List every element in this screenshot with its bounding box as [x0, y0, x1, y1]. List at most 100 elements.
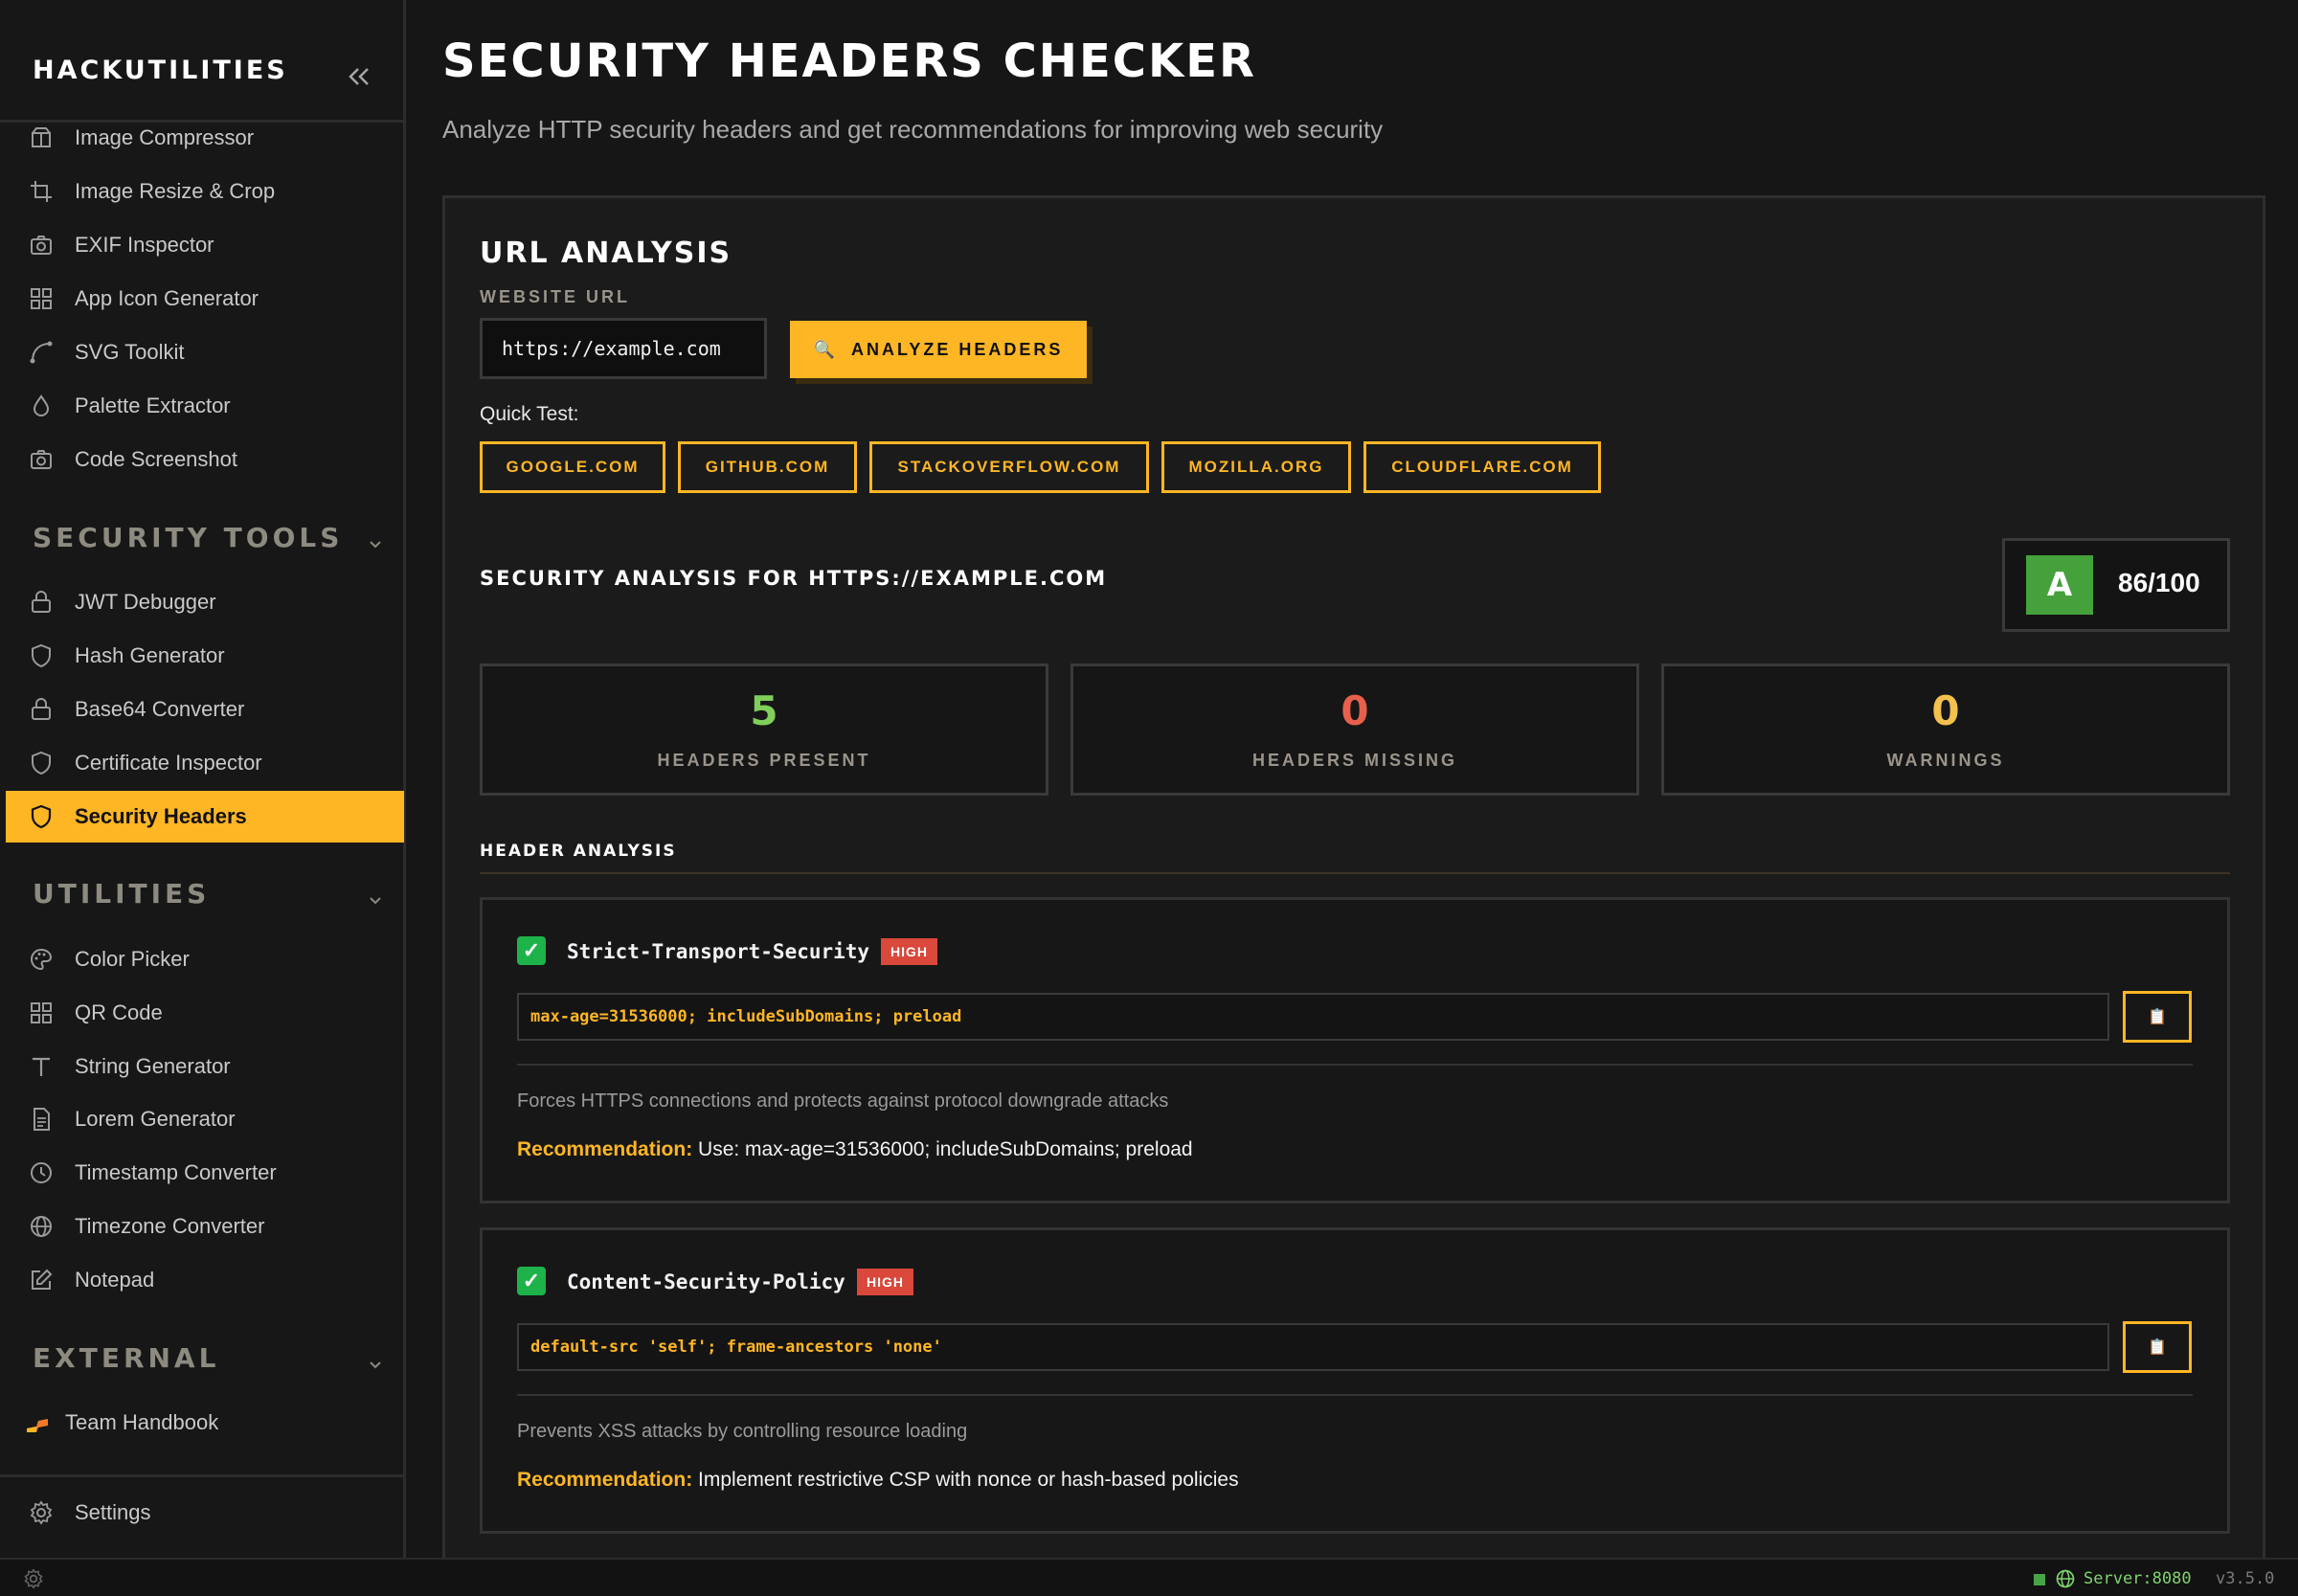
sidebar-item-label: Notepad	[75, 1268, 155, 1292]
shield-icon	[27, 802, 56, 831]
sidebar-item-label: Base64 Converter	[75, 697, 245, 721]
sidebar-item-label: Settings	[75, 1500, 151, 1524]
header-value-field[interactable]: default-src 'self'; frame-ancestors 'non…	[517, 1323, 2109, 1371]
sidebar-item-label: Code Screenshot	[75, 447, 237, 471]
sidebar-header: HACKUTILITIES	[0, 0, 406, 123]
copy-button[interactable]: 📋	[2123, 991, 2192, 1043]
sidebar-item-image-resize-crop[interactable]: Image Resize & Crop	[6, 166, 404, 217]
website-url-label: WEBSITE URL	[480, 287, 630, 306]
sidebar-divider	[0, 1474, 406, 1477]
sidebar-item-palette-extractor[interactable]: Palette Extractor	[6, 380, 404, 432]
sidebar-item-label: SVG Toolkit	[75, 340, 185, 364]
sidebar-item-svg-toolkit[interactable]: SVG Toolkit	[6, 326, 404, 378]
sidebar-item-certificate-inspector[interactable]: Certificate Inspector	[6, 737, 404, 789]
sidebar-item-settings[interactable]: Settings	[6, 1487, 404, 1539]
sidebar-item-label: Certificate Inspector	[75, 751, 262, 775]
sidebar-item-label: Hash Generator	[75, 643, 225, 667]
header-analysis-title: HEADER ANALYSIS	[480, 842, 677, 861]
sidebar-item-notepad[interactable]: Notepad	[6, 1254, 404, 1306]
grade-badge: A	[2026, 555, 2093, 615]
sidebar-item-security-headers[interactable]: Security Headers	[6, 791, 404, 843]
sidebar-item-label: Timezone Converter	[75, 1214, 265, 1238]
sidebar-item-hash-generator[interactable]: Hash Generator	[6, 630, 404, 682]
palette-icon	[27, 945, 56, 974]
header-card-divider	[517, 1394, 2193, 1396]
sidebar-item-timezone-converter[interactable]: Timezone Converter	[6, 1201, 404, 1252]
sidebar-item-color-picker[interactable]: Color Picker	[6, 933, 404, 985]
header-description: Forces HTTPS connections and protects ag…	[517, 1090, 1169, 1112]
clock-icon	[27, 1158, 56, 1187]
quick-test-github-button[interactable]: GITHUB.COM	[678, 441, 857, 493]
header-name: Content-Security-Policy	[567, 1270, 845, 1293]
sidebar-item-label: Color Picker	[75, 947, 190, 971]
globe-icon	[2056, 1569, 2075, 1588]
severity-badge: HIGH	[857, 1269, 913, 1295]
sidebar-item-exif-inspector[interactable]: EXIF Inspector	[6, 219, 404, 271]
sidebar-item-label: Team Handbook	[65, 1410, 219, 1434]
section-heading-external[interactable]: EXTERNAL	[33, 1342, 219, 1374]
recommendation-label: Recommendation:	[517, 1469, 693, 1491]
sidebar-item-base64-converter[interactable]: Base64 Converter	[6, 684, 404, 735]
server-status: Server:8080	[2084, 1569, 2192, 1588]
document-icon	[27, 1105, 56, 1134]
sidebar-item-label: App Icon Generator	[75, 286, 259, 310]
stat-headers-present: 5 HEADERS PRESENT	[480, 663, 1048, 796]
globe-icon	[27, 1212, 56, 1241]
quick-test-cloudflare-button[interactable]: CLOUDFLARE.COM	[1363, 441, 1601, 493]
stat-value: 0	[1340, 687, 1369, 734]
recommendation-text: Use: max-age=31536000; includeSubDomains…	[698, 1138, 1193, 1160]
edit-icon	[27, 1266, 56, 1294]
quick-test-google-button[interactable]: GOOGLE.COM	[480, 441, 665, 493]
grid-icon	[27, 284, 56, 313]
quick-test-label: Quick Test:	[480, 403, 579, 425]
gear-icon	[27, 1498, 56, 1527]
clipboard-icon: 📋	[2148, 1339, 2167, 1356]
header-recommendation: Recommendation: Implement restrictive CS…	[517, 1469, 1239, 1492]
app-root: HACKUTILITIES Image Compressor Image Res…	[0, 0, 2298, 1596]
sidebar-item-qr-code[interactable]: QR Code	[6, 987, 404, 1039]
sidebar-item-team-handbook[interactable]: Team Handbook	[6, 1397, 404, 1449]
sidebar-item-code-screenshot[interactable]: Code Screenshot	[6, 434, 404, 485]
shield-icon	[27, 749, 56, 777]
header-description: Prevents XSS attacks by controlling reso…	[517, 1421, 968, 1442]
sidebar-item-jwt-debugger[interactable]: JWT Debugger	[6, 576, 404, 628]
stat-warnings: 0 WARNINGS	[1661, 663, 2230, 796]
header-card-strict-transport-security: ✓ Strict-Transport-Security HIGH max-age…	[480, 897, 2230, 1203]
gear-icon[interactable]	[23, 1568, 44, 1589]
handbook-icon	[25, 1408, 50, 1437]
sidebar-item-app-icon-generator[interactable]: App Icon Generator	[6, 273, 404, 325]
copy-button[interactable]: 📋	[2123, 1321, 2192, 1373]
page-subtitle: Analyze HTTP security headers and get re…	[442, 115, 1384, 144]
check-icon: ✓	[517, 1267, 546, 1295]
section-heading-security-tools[interactable]: SECURITY TOOLS	[33, 522, 343, 553]
recommendation-label: Recommendation:	[517, 1138, 693, 1160]
analysis-card: URL ANALYSIS WEBSITE URL 🔍 ANALYZE HEADE…	[442, 195, 2265, 1574]
chevron-down-icon[interactable]	[366, 1355, 385, 1374]
sidebar-item-string-generator[interactable]: String Generator	[6, 1041, 404, 1092]
package-icon	[27, 124, 56, 152]
crop-icon	[27, 177, 56, 206]
check-icon: ✓	[517, 936, 546, 965]
sidebar-item-label: EXIF Inspector	[75, 233, 214, 257]
chevron-down-icon[interactable]	[366, 534, 385, 553]
sidebar-item-timestamp-converter[interactable]: Timestamp Converter	[6, 1147, 404, 1199]
website-url-input[interactable]	[480, 318, 767, 379]
sidebar-item-label: Image Resize & Crop	[75, 179, 276, 203]
analyze-headers-button[interactable]: 🔍 ANALYZE HEADERS	[790, 321, 1087, 378]
chevron-down-icon[interactable]	[366, 890, 385, 910]
search-icon: 🔍	[813, 339, 839, 359]
quick-test-mozilla-button[interactable]: MOZILLA.ORG	[1161, 441, 1351, 493]
section-heading-utilities[interactable]: UTILITIES	[33, 878, 210, 910]
header-value-field[interactable]: max-age=31536000; includeSubDomains; pre…	[517, 993, 2109, 1041]
security-grade-box: A 86/100	[2002, 538, 2230, 632]
app-version: v3.5.0	[2216, 1569, 2275, 1588]
header-analysis-divider	[480, 872, 2230, 874]
header-name: Strict-Transport-Security	[567, 940, 870, 963]
quick-test-stackoverflow-button[interactable]: STACKOVERFLOW.COM	[869, 441, 1149, 493]
sidebar-item-lorem-generator[interactable]: Lorem Generator	[6, 1093, 404, 1145]
sidebar-item-image-compressor[interactable]: Image Compressor	[6, 112, 404, 164]
collapse-sidebar-button[interactable]	[341, 59, 375, 94]
recommendation-text: Implement restrictive CSP with nonce or …	[698, 1469, 1239, 1491]
camera-icon	[27, 231, 56, 259]
status-bar: Server:8080 v3.5.0	[0, 1558, 2298, 1596]
